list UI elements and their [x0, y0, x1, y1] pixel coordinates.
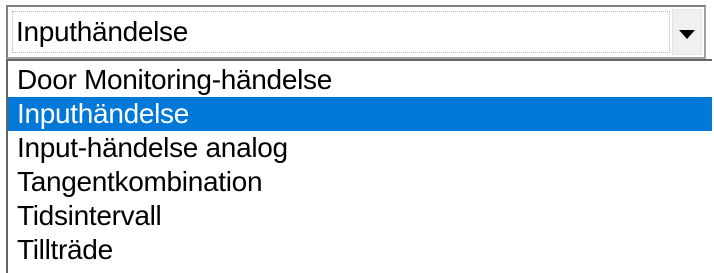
- dropdown-list: Door Monitoring-händelse Inputhändelse I…: [6, 59, 712, 273]
- list-item-tidsintervall[interactable]: Tidsintervall: [8, 199, 712, 233]
- combobox-selected-value: Inputhändelse: [16, 16, 189, 47]
- list-item-inputhandelse[interactable]: Inputhändelse: [8, 97, 712, 131]
- chevron-down-icon: [679, 29, 695, 39]
- dropdown-toggle-button[interactable]: [672, 9, 702, 55]
- list-item-tilltrade[interactable]: Tillträde: [8, 233, 712, 267]
- event-type-dropdown: Inputhändelse Door Monitoring-händelse I…: [0, 0, 714, 273]
- event-type-combobox[interactable]: Inputhändelse: [6, 5, 706, 59]
- list-item-door-monitoring[interactable]: Door Monitoring-händelse: [8, 63, 712, 97]
- list-item-input-handelse-analog[interactable]: Input-händelse analog: [8, 131, 712, 165]
- list-item-tangentkombination[interactable]: Tangentkombination: [8, 165, 712, 199]
